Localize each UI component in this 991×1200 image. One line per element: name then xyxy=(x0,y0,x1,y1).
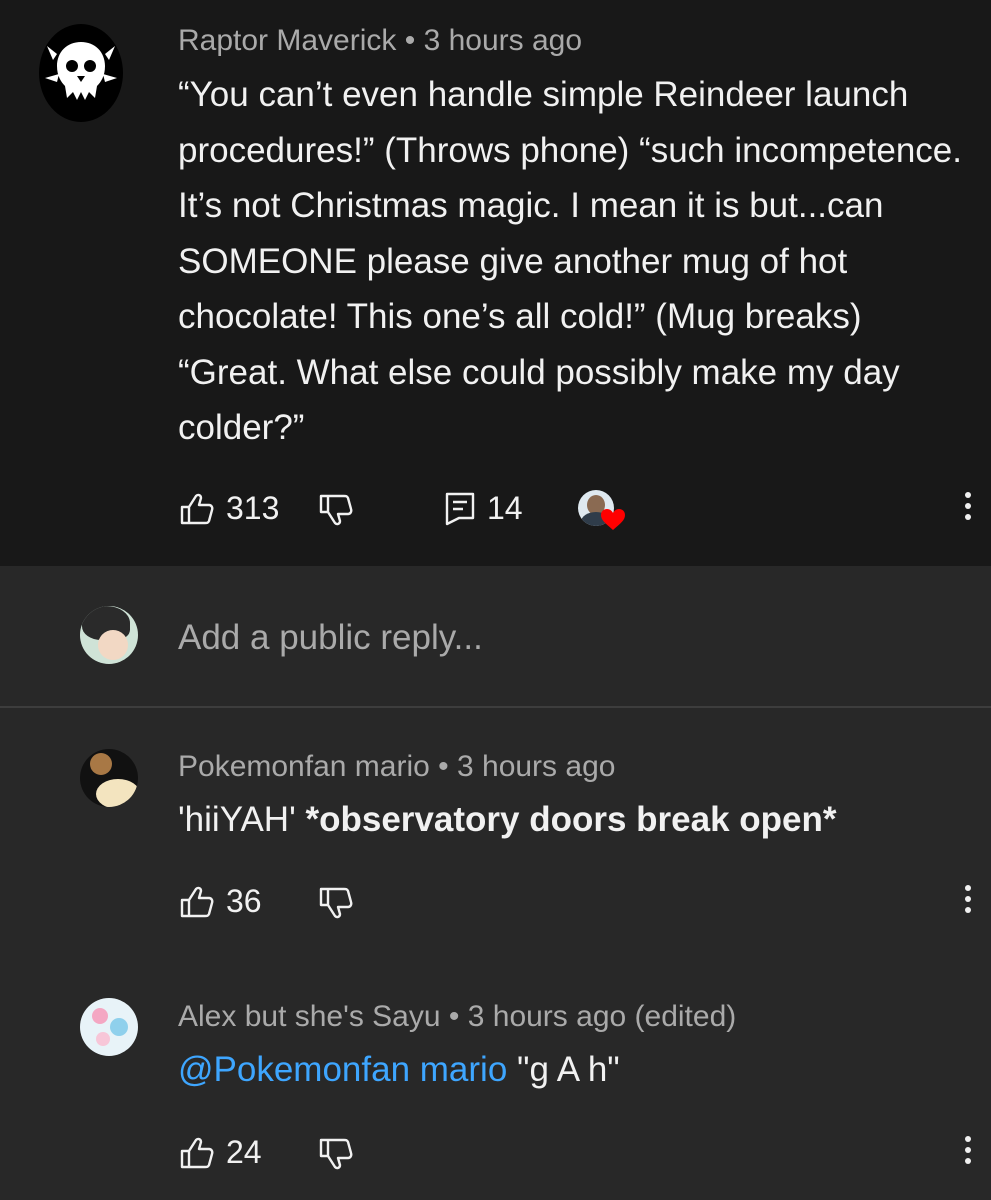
reply-button[interactable]: 14 xyxy=(445,490,523,527)
like-icon xyxy=(180,1137,214,1168)
dislike-icon xyxy=(319,1138,353,1170)
more-options-button[interactable] xyxy=(963,1136,973,1169)
more-vert-dot xyxy=(965,1147,971,1153)
dislike-button[interactable] xyxy=(319,887,353,919)
meta-separator: • xyxy=(429,750,457,783)
author-name[interactable]: Pokemonfan mario xyxy=(178,750,430,783)
reply-icon xyxy=(445,492,475,525)
more-vert-dot xyxy=(965,514,971,520)
more-vert-dot xyxy=(965,1158,971,1164)
creator-heart-icon xyxy=(601,509,625,530)
timestamp: 3 hours ago (edited) xyxy=(467,1000,737,1033)
comment-meta: Raptor Maverick • 3 hours ago xyxy=(178,24,582,58)
more-vert-icon xyxy=(965,885,971,891)
add-reply-section: Add a public reply... xyxy=(0,566,991,708)
avatar-raptor-maverick[interactable] xyxy=(39,24,123,122)
comment-meta: Alex but she's Sayu • 3 hours ago (edite… xyxy=(178,1000,736,1034)
timestamp: 3 hours ago xyxy=(456,750,616,783)
like-count: 36 xyxy=(226,883,262,919)
meta-separator: • xyxy=(396,24,424,57)
more-options-button[interactable] xyxy=(963,492,973,525)
author-name[interactable]: Alex but she's Sayu xyxy=(178,1000,441,1033)
comment-text: 'hiiYAH' *observatory doors break open* xyxy=(178,792,978,848)
comment-actions: 24 xyxy=(0,1124,991,1184)
comment-actions: 313 14 xyxy=(0,480,991,540)
like-icon xyxy=(180,886,214,917)
avatar-alex-but-shes-sayu[interactable] xyxy=(80,998,138,1056)
more-vert-icon xyxy=(965,492,971,498)
more-vert-icon xyxy=(965,1136,971,1142)
comment-text: @Pokemonfan mario "g A h" xyxy=(178,1042,978,1098)
reply-count: 14 xyxy=(487,490,523,526)
current-user-avatar xyxy=(80,606,138,664)
like-count: 24 xyxy=(226,1134,262,1170)
reply-input[interactable]: Add a public reply... xyxy=(178,618,483,658)
author-name[interactable]: Raptor Maverick xyxy=(178,24,396,57)
more-vert-dot xyxy=(965,503,971,509)
mention-link[interactable]: @Pokemonfan mario xyxy=(178,1050,507,1089)
meta-separator: • xyxy=(440,1000,468,1033)
dislike-icon xyxy=(319,887,353,919)
dislike-icon xyxy=(319,494,353,526)
dislike-button[interactable] xyxy=(319,494,353,526)
comment-text: “You can’t even handle simple Reindeer l… xyxy=(178,75,962,447)
like-icon xyxy=(180,493,214,524)
more-options-button[interactable] xyxy=(963,885,973,918)
skull-logo-icon xyxy=(45,42,117,100)
dislike-button[interactable] xyxy=(319,1138,353,1170)
comment-text-plain: 'hiiYAH' xyxy=(178,800,306,839)
like-button[interactable]: 24 xyxy=(180,1134,262,1171)
creator-heart xyxy=(578,490,628,534)
comment-text-plain: "g A h" xyxy=(507,1050,620,1089)
like-button[interactable]: 313 xyxy=(180,490,279,527)
avatar-pokemonfan-mario[interactable] xyxy=(80,749,138,807)
comment-actions: 36 xyxy=(0,873,991,933)
comment-meta: Pokemonfan mario • 3 hours ago xyxy=(178,750,615,784)
more-vert-dot xyxy=(965,907,971,913)
comment-text-bold: *observatory doors break open* xyxy=(305,800,837,839)
main-comment: Raptor Maverick • 3 hours ago “You can’t… xyxy=(0,0,991,566)
like-count: 313 xyxy=(226,490,280,526)
timestamp: 3 hours ago xyxy=(423,24,583,57)
like-button[interactable]: 36 xyxy=(180,883,262,920)
more-vert-dot xyxy=(965,896,971,902)
